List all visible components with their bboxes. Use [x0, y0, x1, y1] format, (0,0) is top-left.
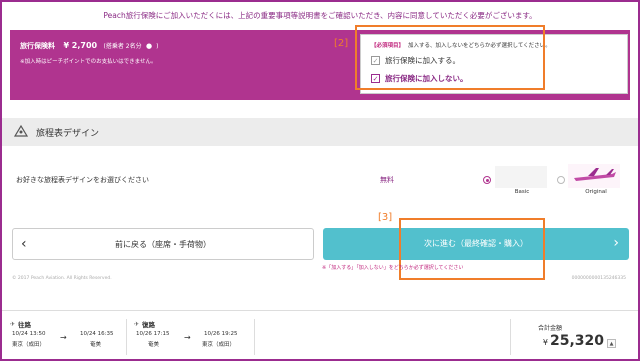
return-title: 復路 — [142, 321, 156, 329]
total-amount-value: 25,320 — [549, 333, 604, 349]
design-basic-label: Basic — [514, 189, 530, 195]
outbound-arrow-icon: → — [60, 333, 67, 342]
outbound-arr-time: 10/24 16:35 — [80, 331, 114, 337]
return-arr-place: 東京（成田） — [202, 342, 236, 348]
divider — [126, 319, 127, 355]
insurance-fee-label: 旅行保険料 — [20, 42, 55, 50]
outbound-title: 往路 — [18, 321, 32, 329]
annotation-label-2: [2] — [334, 38, 349, 49]
design-title: 旅程表デザイン — [36, 129, 100, 139]
return-arrow-icon: → — [184, 333, 191, 342]
design-original-label: Original — [585, 189, 607, 195]
insurance-fee-count-close: ) — [156, 43, 159, 50]
return-arr-time: 10/26 19:25 — [204, 331, 238, 337]
design-basic-thumbnail[interactable] — [495, 166, 547, 188]
selection-warning: ※「加入する」「加入しない」をどちらか必ず選択してください — [322, 265, 464, 271]
info-icon[interactable]: ● — [146, 42, 152, 50]
copyright: © 2017 Peach Aviation. All Rights Reserv… — [12, 276, 112, 281]
annotation-box-2 — [355, 25, 545, 90]
design-original-thumbnail[interactable] — [568, 164, 620, 188]
return-segment: ✈ 復路 — [134, 319, 156, 330]
insurance-note: ※加入時はピーチポイントでのお支払いはできません。 — [20, 59, 157, 65]
divider — [510, 319, 511, 355]
insurance-notice: Peach旅行保険にご加入いただくには、上記の重要事項等説明書をご確認いただき、… — [103, 11, 537, 20]
caret-up-icon[interactable]: ▲ — [607, 339, 616, 348]
annotation-label-3: [3] — [378, 212, 393, 223]
back-button-label: 前に戻る（座席・手荷物） — [115, 240, 211, 249]
insurance-fee: 旅行保険料 ¥ 2,700 (搭乗者 2名分 ●) — [20, 41, 159, 51]
outbound-arr-place: 奄美 — [90, 342, 102, 348]
itinerary-design-icon — [14, 124, 28, 137]
return-dep-time: 10/26 17:15 — [136, 331, 170, 337]
outbound-dep-place: 東京（成田） — [12, 342, 46, 348]
back-button[interactable]: ‹ 前に戻る（座席・手荷物） — [12, 228, 314, 260]
plane-icon: ✈ — [10, 320, 16, 328]
total-label: 合計金額 — [537, 325, 562, 332]
outbound-dep-time: 10/24 13:50 — [12, 331, 46, 337]
plane-icon: ✈ — [134, 320, 140, 328]
insurance-fee-count: (搭乗者 2名分 — [103, 43, 142, 50]
currency-symbol: ¥ — [542, 338, 548, 347]
reference-number: 0000000000135246335 — [571, 276, 626, 281]
insurance-fee-amount: ¥ 2,700 — [63, 41, 98, 50]
outbound-segment: ✈ 往路 — [10, 319, 32, 330]
design-section-header: 旅程表デザイン — [2, 118, 638, 146]
chevron-right-icon: › — [613, 235, 619, 251]
design-price: 無料 — [380, 176, 394, 184]
divider — [254, 319, 255, 355]
design-basic-radio[interactable] — [483, 176, 491, 184]
design-original-radio[interactable] — [557, 176, 565, 184]
total-amount: ¥25,320 — [543, 333, 604, 349]
return-dep-place: 奄美 — [148, 342, 160, 348]
design-prompt: お好きな旅程表デザインをお選びください — [16, 176, 149, 184]
itinerary-footer: ✈ 往路 10/24 13:50 東京（成田） → 10/24 16:35 奄美 … — [2, 310, 638, 359]
